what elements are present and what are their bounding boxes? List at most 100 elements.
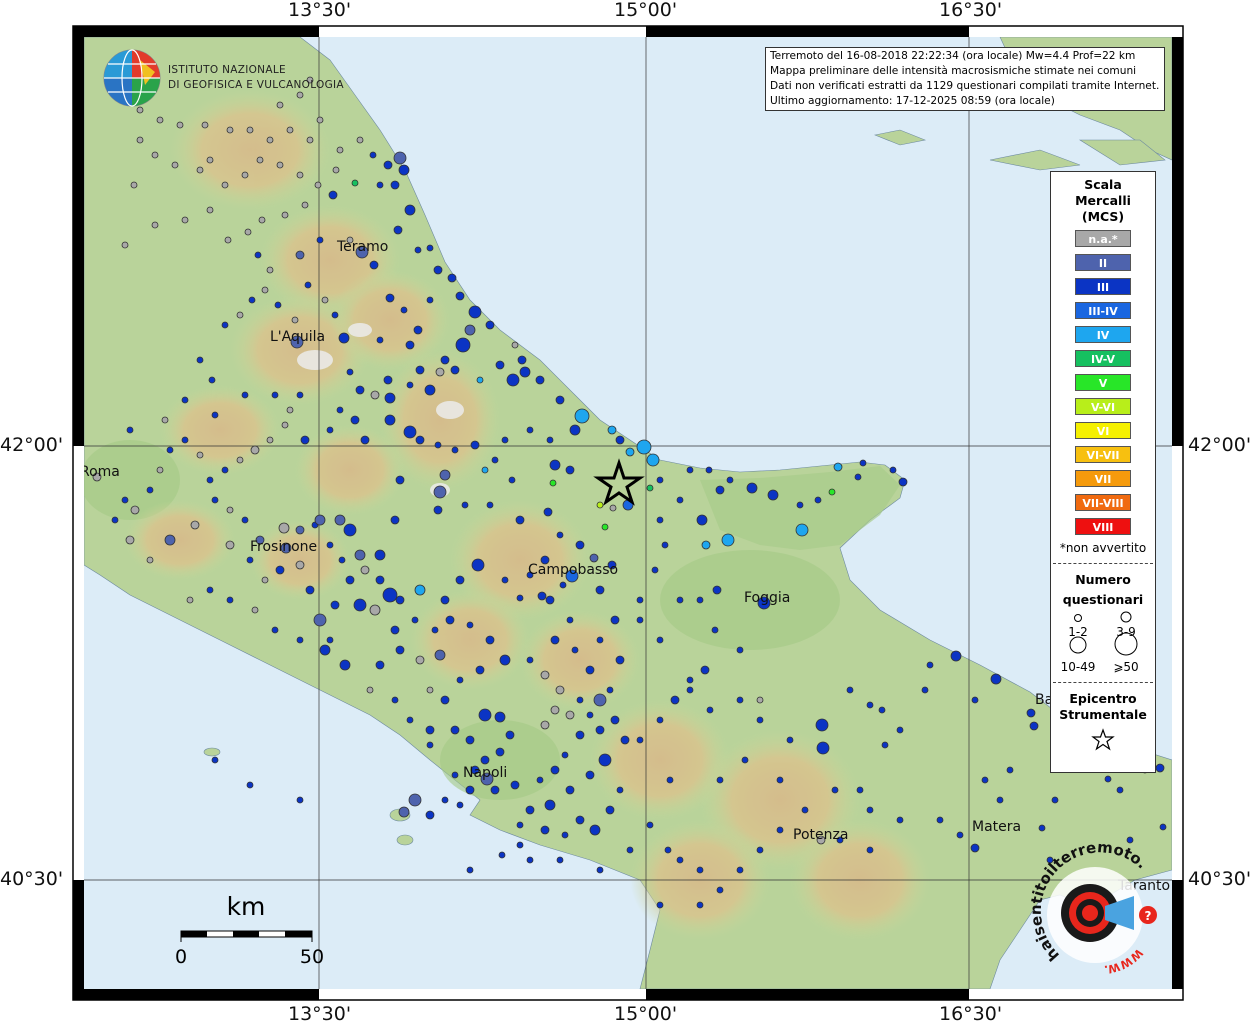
observation-dot [569, 424, 581, 436]
observation-dot [415, 365, 425, 375]
observation-dot [338, 332, 350, 344]
observation-dot [540, 825, 550, 835]
observation-dot [426, 686, 434, 694]
observation-dot [516, 594, 524, 602]
observation-dot [393, 151, 407, 165]
observation-dot [181, 436, 189, 444]
observation-dot [244, 228, 252, 236]
observation-dot [314, 181, 322, 189]
observation-dot [383, 160, 393, 170]
observation-dot [355, 385, 365, 395]
observation-dot [415, 655, 425, 665]
city-teramo: Teramo [336, 239, 388, 255]
observation-dot [535, 375, 545, 385]
observation-dot [316, 116, 324, 124]
observation-dot [151, 151, 159, 159]
observation-dot [593, 693, 607, 707]
observation-dot [241, 171, 249, 179]
observation-dot [545, 595, 555, 605]
observation-dot [326, 426, 334, 434]
observation-dot [501, 436, 509, 444]
observation-dot [701, 540, 711, 550]
observation-dot [485, 320, 495, 330]
observation-dot [595, 585, 605, 595]
observation-dot [246, 781, 254, 789]
observation-dot [666, 776, 674, 784]
observation-dot [275, 565, 285, 575]
observation-dot [555, 395, 565, 405]
observation-dot [478, 708, 492, 722]
observation-dot [543, 507, 553, 517]
observation-dot [296, 391, 304, 399]
observation-dot [696, 514, 708, 526]
observation-dot [831, 786, 839, 794]
observation-dot [636, 736, 644, 744]
observation-dot [656, 476, 664, 484]
observation-dot [375, 660, 385, 670]
lon-label-bottom-1: 13°30' [288, 1003, 352, 1025]
observation-dot [433, 505, 443, 515]
observation-dot [736, 646, 744, 654]
observation-dot [426, 741, 434, 749]
observation-dot [481, 466, 489, 474]
observation-dot [475, 665, 485, 675]
city-laquila: L'Aquila [270, 329, 325, 345]
event-info-line: Mappa preliminare delle intensità macros… [770, 65, 1137, 77]
observation-dot [610, 715, 620, 725]
observation-dot [350, 415, 360, 425]
observation-dot [585, 665, 595, 675]
observation-dot [331, 311, 339, 319]
observation-dot [556, 856, 564, 864]
observation-dot [431, 626, 439, 634]
observation-dot [338, 556, 346, 564]
observation-dot [516, 821, 524, 829]
observation-dot [574, 408, 590, 424]
observation-dot [334, 514, 346, 526]
event-info-line: Dati non verificati estratti da 1129 que… [770, 80, 1160, 92]
observation-dot [276, 161, 284, 169]
observation-dot [501, 576, 509, 584]
legend-swatch: VII-VIII [1075, 494, 1131, 511]
observation-dot [715, 485, 725, 495]
observation-dot [295, 560, 305, 570]
observation-dot [491, 456, 499, 464]
observation-dot [696, 901, 704, 909]
observation-dot [440, 595, 450, 605]
observation-dot [559, 581, 567, 589]
observation-dot [990, 673, 1002, 685]
observation-dot [786, 736, 794, 744]
observation-dot [296, 171, 304, 179]
observation-dot [555, 685, 565, 695]
observation-dot [390, 180, 400, 190]
observation-dot [296, 91, 304, 99]
event-info-box: Terremoto del 16-08-2018 22:22:34 (ora l… [765, 47, 1165, 111]
observation-dot [225, 540, 235, 550]
observation-dot [956, 831, 964, 839]
observation-dot [426, 244, 434, 252]
legend-swatch: III-IV [1075, 302, 1131, 319]
observation-dot [561, 751, 569, 759]
lat-label-right-2: 40°30' [1188, 868, 1252, 890]
observation-dot [374, 549, 386, 561]
observation-dot [676, 856, 684, 864]
observation-dot [261, 576, 269, 584]
observation-dot [406, 381, 414, 389]
observation-dot [313, 613, 327, 627]
observation-dot [610, 615, 620, 625]
lon-label-top-1: 13°30' [288, 0, 352, 21]
legend-swatch: IV-V [1075, 350, 1131, 367]
observation-dot [426, 296, 434, 304]
observation-dot [470, 440, 480, 450]
observation-dot [336, 406, 344, 414]
observation-dot [456, 676, 464, 684]
observation-dot [796, 501, 804, 509]
observation-dot [276, 101, 284, 109]
observation-dot [471, 558, 485, 572]
observation-dot [464, 324, 476, 336]
city-potenza: Potenza [793, 827, 848, 843]
observation-dot [425, 725, 435, 735]
observation-dot [1116, 786, 1124, 794]
observation-dot [716, 776, 724, 784]
observation-dot [468, 305, 482, 319]
observation-dot [767, 489, 779, 501]
